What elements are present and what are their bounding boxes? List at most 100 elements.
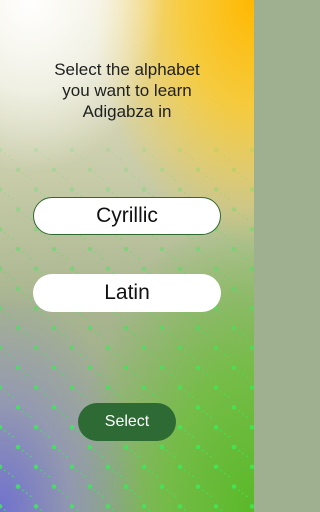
pattern-dot bbox=[213, 345, 219, 351]
pattern-dash bbox=[165, 489, 179, 500]
pattern-dot bbox=[15, 365, 21, 371]
option-cyrillic-button[interactable]: Cyrillic bbox=[33, 197, 221, 235]
pattern-dash bbox=[21, 330, 35, 341]
pattern-dot bbox=[0, 226, 3, 232]
pattern-dot bbox=[15, 207, 21, 212]
pattern-dot bbox=[69, 187, 75, 192]
pattern-dot bbox=[159, 325, 165, 331]
pattern-dash bbox=[147, 152, 161, 163]
pattern-dot bbox=[33, 424, 39, 430]
pattern-dot bbox=[15, 167, 21, 173]
pattern-dot bbox=[51, 444, 57, 450]
pattern-dash bbox=[111, 390, 125, 401]
pattern-dot bbox=[231, 484, 237, 489]
pattern-dash bbox=[219, 429, 233, 440]
option-cyrillic-label: Cyrillic bbox=[96, 204, 158, 227]
pattern-dot bbox=[177, 147, 183, 153]
pattern-dot bbox=[105, 147, 111, 153]
pattern-dot bbox=[195, 365, 201, 371]
pattern-dash bbox=[183, 390, 197, 401]
pattern-dash bbox=[57, 330, 71, 341]
pattern-dot bbox=[159, 246, 165, 252]
pattern-dash bbox=[3, 350, 17, 361]
pattern-dot bbox=[87, 325, 93, 331]
pattern-dash bbox=[165, 370, 179, 381]
pattern-dash bbox=[165, 330, 179, 341]
pattern-dash bbox=[147, 350, 161, 361]
pattern-dash bbox=[75, 310, 89, 321]
pattern-dash bbox=[3, 310, 17, 321]
pattern-dot bbox=[177, 504, 183, 509]
pattern-dash bbox=[93, 330, 107, 341]
pattern-dot bbox=[231, 405, 237, 410]
pattern-dash bbox=[147, 310, 161, 321]
select-button[interactable]: Select bbox=[78, 403, 176, 441]
pattern-dash bbox=[237, 330, 251, 341]
pattern-dot bbox=[249, 345, 254, 351]
pattern-dot bbox=[123, 444, 129, 450]
pattern-dot bbox=[105, 504, 111, 509]
pattern-dot bbox=[177, 187, 183, 192]
pattern-dot bbox=[213, 266, 219, 272]
pattern-dot bbox=[69, 385, 75, 390]
pattern-dash bbox=[201, 172, 215, 183]
pattern-dot bbox=[231, 167, 237, 173]
pattern-dot bbox=[15, 405, 21, 410]
pattern-dot bbox=[177, 385, 183, 390]
pattern-dot bbox=[87, 365, 93, 371]
pattern-dot bbox=[69, 266, 75, 272]
pattern-dot bbox=[0, 147, 3, 153]
pattern-dot bbox=[33, 385, 39, 390]
pattern-dot bbox=[123, 246, 129, 252]
pattern-dot bbox=[105, 464, 111, 470]
pattern-dot bbox=[249, 266, 254, 272]
pattern-dot bbox=[249, 306, 254, 311]
pattern-dash bbox=[237, 291, 251, 302]
pattern-dot bbox=[123, 365, 129, 371]
pattern-dot bbox=[0, 345, 3, 351]
pattern-dash bbox=[21, 251, 35, 262]
pattern-dash bbox=[75, 350, 89, 361]
pattern-dot bbox=[0, 306, 3, 311]
pattern-dot bbox=[159, 484, 165, 489]
pattern-dot bbox=[231, 365, 237, 371]
pattern-dash bbox=[147, 390, 161, 401]
pattern-dash bbox=[57, 449, 71, 460]
pattern-dash bbox=[219, 350, 233, 361]
pattern-dot bbox=[195, 167, 201, 173]
pattern-dash bbox=[39, 310, 53, 321]
pattern-dot bbox=[105, 385, 111, 390]
pattern-dot bbox=[33, 306, 39, 311]
pattern-dash bbox=[3, 152, 17, 163]
pattern-dash bbox=[129, 489, 143, 500]
pattern-dot bbox=[159, 167, 165, 173]
pattern-dash bbox=[219, 310, 233, 321]
pattern-dash bbox=[21, 370, 35, 381]
pattern-dot bbox=[15, 484, 21, 489]
pattern-dash bbox=[93, 251, 107, 262]
pattern-dash bbox=[237, 172, 251, 183]
pattern-dash bbox=[147, 469, 161, 480]
option-latin-button[interactable]: Latin bbox=[33, 274, 221, 312]
pattern-dot bbox=[51, 246, 57, 252]
pattern-dot bbox=[249, 226, 254, 232]
pattern-dot bbox=[51, 484, 57, 489]
pattern-dot bbox=[141, 385, 147, 390]
pattern-dash bbox=[201, 370, 215, 381]
pattern-dot bbox=[69, 345, 75, 351]
pattern-dot bbox=[123, 325, 129, 331]
pattern-dot bbox=[87, 246, 93, 252]
pattern-dash bbox=[3, 231, 17, 242]
pattern-dash bbox=[165, 251, 179, 262]
pattern-dot bbox=[249, 385, 254, 390]
pattern-dot bbox=[0, 266, 3, 272]
pattern-dot bbox=[69, 504, 75, 509]
pattern-dash bbox=[39, 429, 53, 440]
pattern-dash bbox=[237, 211, 251, 222]
pattern-dash bbox=[39, 350, 53, 361]
pattern-dot bbox=[105, 187, 111, 192]
pattern-dash bbox=[57, 251, 71, 262]
pattern-dot bbox=[159, 444, 165, 450]
pattern-dot bbox=[141, 147, 147, 153]
pattern-dot bbox=[159, 365, 165, 371]
